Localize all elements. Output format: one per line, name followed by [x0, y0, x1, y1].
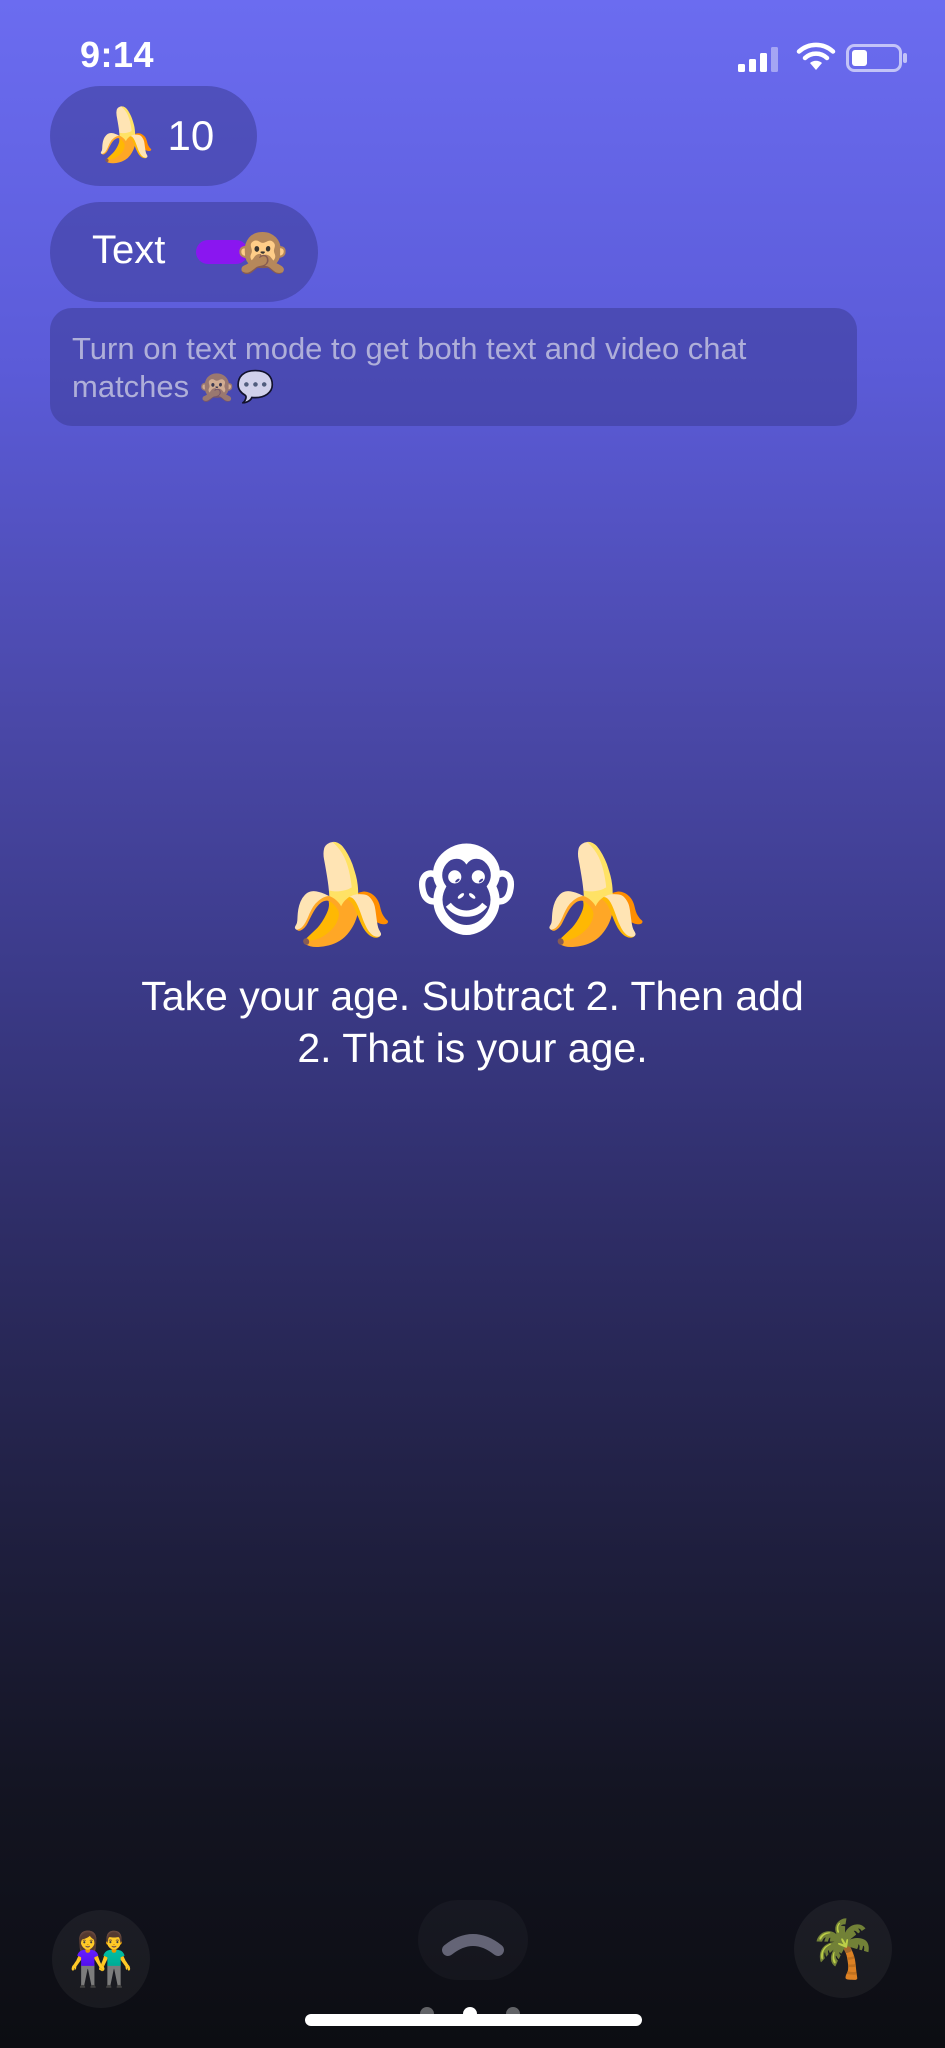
couple-icon: 👫	[68, 1930, 134, 1989]
text-mode-toggle[interactable]: Text 🙊	[50, 202, 318, 302]
app-screen: 9:14 🍌 10 Text 🙊 Turn on text mode to ge…	[0, 0, 945, 2048]
wifi-icon	[796, 42, 836, 70]
text-mode-hint: Turn on text mode to get both text and v…	[50, 308, 857, 426]
banana-counter[interactable]: 🍌 10	[50, 86, 257, 186]
island-button[interactable]: 🌴	[794, 1900, 892, 1998]
text-mode-label: Text	[92, 228, 166, 272]
swipe-up-button[interactable]	[418, 1900, 528, 1980]
banana-count: 10	[167, 112, 215, 159]
banana-icon: 🍌	[92, 107, 158, 165]
home-indicator[interactable]	[305, 2014, 642, 2026]
banana-monkey-emoji-row: 🍌🐵🍌	[279, 842, 666, 949]
battery-icon	[846, 44, 907, 72]
chevron-up-icon	[442, 1934, 504, 1956]
center-message: Take your age. Subtract 2. Then add 2. T…	[141, 973, 804, 1071]
cellular-signal-icon	[738, 47, 778, 72]
palm-tree-icon: 🌴	[808, 1917, 878, 1980]
status-time: 9:14	[80, 34, 155, 75]
monkey-toggle-knob-icon[interactable]: 🙊	[234, 228, 291, 274]
friends-button[interactable]: 👫	[52, 1910, 150, 2008]
